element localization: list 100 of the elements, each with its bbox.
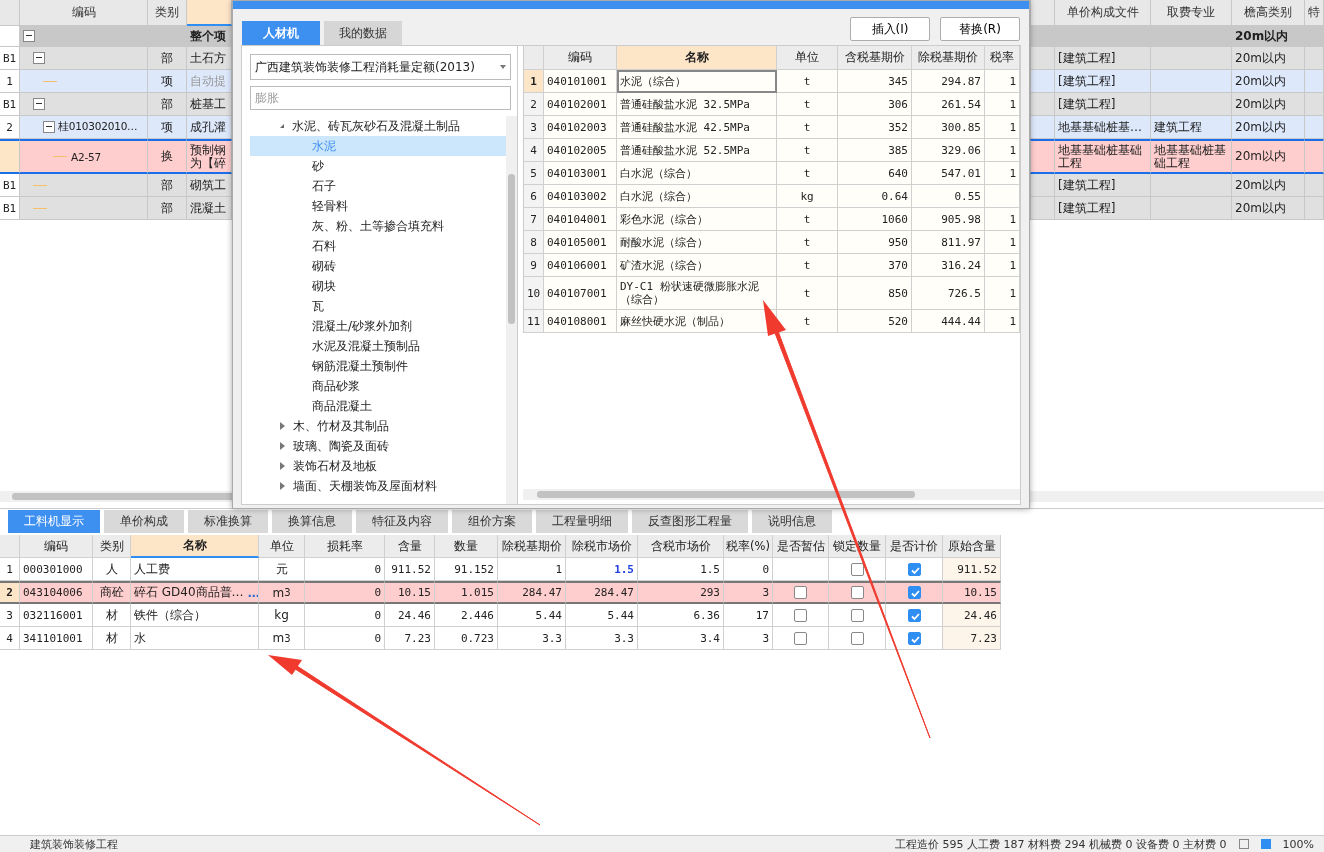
table-cell — [1305, 93, 1324, 116]
row-number: 3 — [524, 116, 544, 139]
table-cell: t — [777, 116, 838, 139]
view-icon[interactable] — [1238, 839, 1249, 849]
tree-item[interactable]: 水泥及混凝土预制品 — [250, 336, 506, 356]
table-cell: 329.06 — [912, 139, 985, 162]
tree-line — [53, 156, 67, 157]
expand-icon[interactable] — [280, 482, 285, 490]
table-cell: 部 — [148, 47, 187, 70]
table-cell: 1 — [985, 254, 1020, 277]
collapse-icon[interactable] — [280, 124, 284, 128]
table-cell: 彩色水泥（综合） — [617, 208, 777, 231]
tree-item[interactable]: 玻璃、陶瓷及面砖 — [250, 436, 506, 456]
table-cell: 91.152 — [435, 558, 498, 581]
table-cell: [建筑工程] — [1055, 174, 1151, 197]
tree-item[interactable]: 水泥、砖瓦灰砂石及混凝土制品 — [250, 116, 506, 136]
row-number: 9 — [524, 254, 544, 277]
checkbox[interactable] — [907, 586, 921, 599]
table-cell: 地基基础桩基础工程 — [1055, 139, 1151, 174]
column-header: 税率 — [985, 46, 1020, 70]
table-cell — [1305, 47, 1324, 70]
column-header: 编码 — [20, 535, 93, 558]
table-cell: t — [777, 310, 838, 333]
table-cell: 293 — [638, 581, 724, 604]
expand-icon[interactable] — [280, 442, 285, 450]
table-cell: 1.5 — [638, 558, 724, 581]
dialog-button[interactable]: 插入(I) — [850, 17, 930, 41]
tree-item[interactable]: 墙面、天棚装饰及屋面材料 — [250, 476, 506, 496]
tree-item[interactable]: 轻骨料 — [250, 196, 506, 216]
checkbox[interactable] — [907, 608, 921, 622]
table-cell: 040103001 — [544, 162, 617, 185]
tree-item[interactable]: 砌块 — [250, 276, 506, 296]
table-cell: 1.015 — [435, 581, 498, 604]
tree-item[interactable]: 商品砂浆 — [250, 376, 506, 396]
scrollbar[interactable] — [506, 116, 517, 504]
tree-item[interactable]: 灰、粉、土等掺合填充料 — [250, 216, 506, 236]
tree-item[interactable]: 砌砖 — [250, 256, 506, 276]
tab[interactable]: 单价构成 — [104, 510, 184, 533]
table-cell: 352 — [838, 116, 912, 139]
table-cell: t — [777, 208, 838, 231]
table-cell: 040103002 — [544, 185, 617, 208]
checkbox[interactable] — [794, 631, 807, 645]
table-cell: 白水泥（综合） — [617, 162, 777, 185]
scrollbar[interactable] — [523, 489, 1020, 500]
tab[interactable]: 换算信息 — [272, 510, 352, 533]
zoom-level: 100% — [1282, 837, 1314, 851]
table-cell: kg — [259, 604, 305, 627]
tree-item[interactable]: 钢筋混凝土预制件 — [250, 356, 506, 376]
table-cell: [建筑工程] — [1055, 197, 1151, 220]
table-cell: 032116001 — [20, 604, 93, 627]
tree-item[interactable]: 装饰石材及地板 — [250, 456, 506, 476]
view-icon[interactable] — [1260, 839, 1271, 849]
collapse-icon[interactable] — [23, 30, 35, 42]
collapse-icon[interactable] — [43, 121, 55, 133]
checkbox[interactable] — [907, 562, 921, 576]
dialog-button[interactable]: 替换(R) — [940, 17, 1020, 41]
table-cell: [建筑工程] — [1055, 93, 1151, 116]
expand-icon[interactable] — [280, 422, 285, 430]
table-cell: 1 — [985, 139, 1020, 162]
search-field[interactable]: 膨胀 — [250, 86, 511, 110]
expand-icon[interactable] — [280, 462, 285, 470]
table-cell: 316.24 — [912, 254, 985, 277]
table-cell: B1 — [0, 197, 20, 220]
table-cell: 普通硅酸盐水泥 32.5MPa — [617, 93, 777, 116]
table-cell: 1 — [985, 70, 1020, 93]
checkbox[interactable] — [850, 562, 864, 576]
tree-item[interactable]: 砂 — [250, 156, 506, 176]
tab[interactable]: 组价方案 — [452, 510, 532, 533]
tab[interactable]: 我的数据 — [324, 21, 402, 45]
tree-item[interactable]: 石料 — [250, 236, 506, 256]
tree-item[interactable]: 瓦 — [250, 296, 506, 316]
checkbox[interactable] — [794, 608, 807, 622]
tab[interactable]: 反查图形工程量 — [632, 510, 748, 533]
checkbox[interactable] — [794, 586, 807, 599]
column-header: 名称 — [131, 535, 259, 558]
tab[interactable]: 标准换算 — [188, 510, 268, 533]
table-cell: 砌筑工 — [187, 174, 232, 197]
tree-line — [33, 184, 47, 186]
checkbox[interactable] — [850, 631, 864, 645]
column-header: 含税基期价 — [838, 46, 912, 70]
column-header: 单位 — [777, 46, 838, 70]
tab[interactable]: 说明信息 — [752, 510, 832, 533]
tree-item[interactable]: 商品混凝土 — [250, 396, 506, 416]
tree-item[interactable]: 石子 — [250, 176, 506, 196]
tab[interactable]: 工程量明细 — [536, 510, 628, 533]
tree-item[interactable]: 混凝土/砂浆外加剂 — [250, 316, 506, 336]
checkbox[interactable] — [907, 631, 921, 645]
table-cell: 6.36 — [638, 604, 724, 627]
tab[interactable]: 特征及内容 — [356, 510, 448, 533]
table-cell: 2 — [0, 116, 20, 139]
table-cell: 3.4 — [638, 627, 724, 650]
tree-item[interactable]: 木、竹材及其制品 — [250, 416, 506, 436]
checkbox[interactable] — [850, 608, 864, 622]
library-dropdown[interactable]: 广西建筑装饰装修工程消耗量定额(2013) — [250, 54, 511, 80]
table-cell: 284.47 — [498, 581, 566, 604]
collapse-icon[interactable] — [33, 98, 45, 110]
table-cell: t — [777, 231, 838, 254]
table-cell: 0.55 — [912, 185, 985, 208]
collapse-icon[interactable] — [33, 52, 45, 64]
checkbox[interactable] — [850, 586, 864, 599]
